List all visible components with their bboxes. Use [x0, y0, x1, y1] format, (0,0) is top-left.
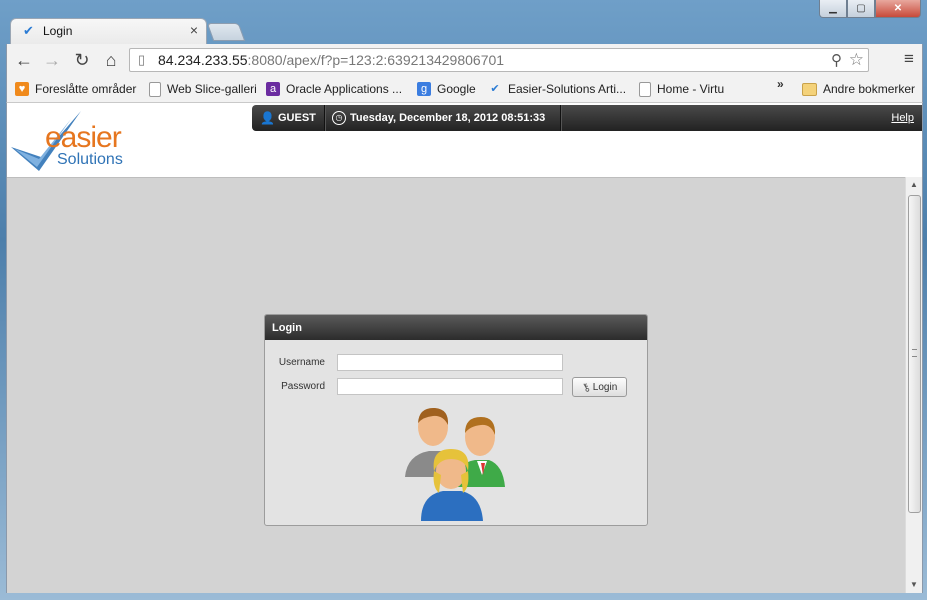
- easier-check-icon: ✔: [23, 23, 34, 38]
- bookmark-item[interactable]: Home - Virtu: [639, 80, 724, 98]
- forward-arrow-icon[interactable]: →: [41, 49, 63, 71]
- page-icon: [639, 81, 651, 97]
- page-scrollbar[interactable]: ▲ ▼: [905, 177, 922, 593]
- login-region: Login Username Password ⚷ Login: [264, 314, 648, 526]
- address-bar[interactable]: ▯ 84.234.233.55:8080/apex/f?p=123:2:6392…: [129, 48, 869, 72]
- users-group-icon: [405, 407, 505, 521]
- address-path: :8080/apex/f?p=123:2:639213429806701: [247, 52, 505, 68]
- window-controls: ▁ ▢ ✕: [819, 0, 921, 18]
- current-datetime: Tuesday, December 18, 2012 08:51:33: [350, 112, 546, 124]
- oracle-apps-icon: a: [266, 82, 280, 96]
- login-region-header: Login: [265, 315, 647, 340]
- maximize-button[interactable]: ▢: [847, 0, 875, 18]
- other-bookmarks-folder[interactable]: Andre bokmerker: [802, 80, 915, 98]
- current-user: GUEST: [278, 112, 316, 124]
- folder-icon: [802, 82, 817, 96]
- reload-icon[interactable]: ↻: [71, 49, 93, 71]
- bookmarks-bar: ♥ Foreslåtte områder Web Slice-galleri a…: [6, 76, 923, 103]
- easier-solutions-logo[interactable]: easier Solutions: [11, 109, 151, 173]
- bookmark-item[interactable]: g Google: [417, 80, 476, 98]
- password-label: Password: [281, 381, 325, 392]
- login-button-label: Login: [592, 381, 618, 393]
- help-link[interactable]: Help: [891, 112, 914, 124]
- bookmark-item[interactable]: ✔ Easier-Solutions Arti...: [488, 80, 626, 98]
- bookmark-label: Easier-Solutions Arti...: [508, 82, 627, 96]
- app-header: easier Solutions 👤 GUEST ◷ Tuesday, Dece…: [7, 103, 922, 178]
- page-content: easier Solutions 👤 GUEST ◷ Tuesday, Dece…: [6, 103, 923, 593]
- tab-title: Login: [43, 24, 73, 38]
- bookmark-item[interactable]: Web Slice-galleri: [149, 80, 257, 98]
- browser-toolbar: ← → ↻ ⌂ ▯ 84.234.233.55:8080/apex/f?p=12…: [6, 44, 923, 76]
- password-input[interactable]: [337, 378, 563, 395]
- close-window-button[interactable]: ✕: [875, 0, 921, 18]
- page-icon: [149, 81, 161, 97]
- bookmark-item[interactable]: a Oracle Applications ...: [266, 80, 402, 98]
- bookmark-label: Foreslåtte områder: [35, 82, 137, 96]
- username-label: Username: [278, 357, 325, 368]
- bookmark-label: Oracle Applications ...: [286, 82, 403, 96]
- minimize-button[interactable]: ▁: [819, 0, 847, 18]
- logo-text-easier: easier: [45, 121, 122, 154]
- tab-login[interactable]: ✔ Login ×: [10, 18, 207, 45]
- page-icon: ▯: [138, 52, 146, 67]
- back-arrow-icon[interactable]: ←: [13, 49, 35, 71]
- menu-icon[interactable]: ≡: [900, 50, 918, 68]
- address-host: 84.234.233.55: [158, 52, 248, 68]
- login-region-title: Login: [272, 322, 302, 334]
- username-input[interactable]: [337, 354, 563, 371]
- user-icon: 👤: [260, 111, 275, 125]
- new-tab-button[interactable]: [206, 23, 246, 41]
- scrollbar-thumb[interactable]: [908, 195, 921, 513]
- title-bar: ✔ Login × ▁ ▢ ✕: [0, 0, 927, 45]
- divider: [324, 105, 326, 131]
- address-url: 84.234.233.55:8080/apex/f?p=123:2:639213…: [158, 52, 504, 68]
- logo-text-solutions: Solutions: [57, 151, 123, 168]
- home-icon[interactable]: ⌂: [100, 49, 122, 71]
- bookmark-star-icon[interactable]: ☆: [849, 50, 864, 70]
- scroll-down-arrow-icon[interactable]: ▼: [906, 577, 922, 593]
- more-bookmarks-chevron-icon[interactable]: »: [777, 77, 784, 91]
- key-icon: ⚷: [579, 380, 593, 395]
- bookmark-item[interactable]: ♥ Foreslåtte områder: [15, 80, 136, 98]
- easier-check-icon: ✔: [490, 83, 500, 95]
- clock-icon: ◷: [332, 111, 346, 125]
- divider: [560, 105, 562, 131]
- google-icon: g: [417, 82, 431, 96]
- bookmark-label: Web Slice-galleri: [167, 82, 257, 96]
- scroll-up-arrow-icon[interactable]: ▲: [906, 177, 922, 193]
- browser-window: ✔ Login × ▁ ▢ ✕ ← → ↻ ⌂ ▯ 84.234.233.55:…: [0, 0, 927, 600]
- zoom-icon[interactable]: ⚲: [831, 51, 842, 69]
- grip-icon: [912, 349, 917, 357]
- close-tab-icon[interactable]: ×: [190, 22, 198, 38]
- login-button[interactable]: ⚷ Login: [572, 377, 627, 397]
- bookmark-label: Google: [437, 82, 476, 96]
- other-bookmarks-label: Andre bokmerker: [823, 82, 916, 96]
- suggested-sites-icon: ♥: [15, 82, 29, 96]
- bookmark-label: Home - Virtu: [657, 82, 725, 96]
- user-bar: 👤 GUEST ◷ Tuesday, December 18, 2012 08:…: [252, 105, 922, 131]
